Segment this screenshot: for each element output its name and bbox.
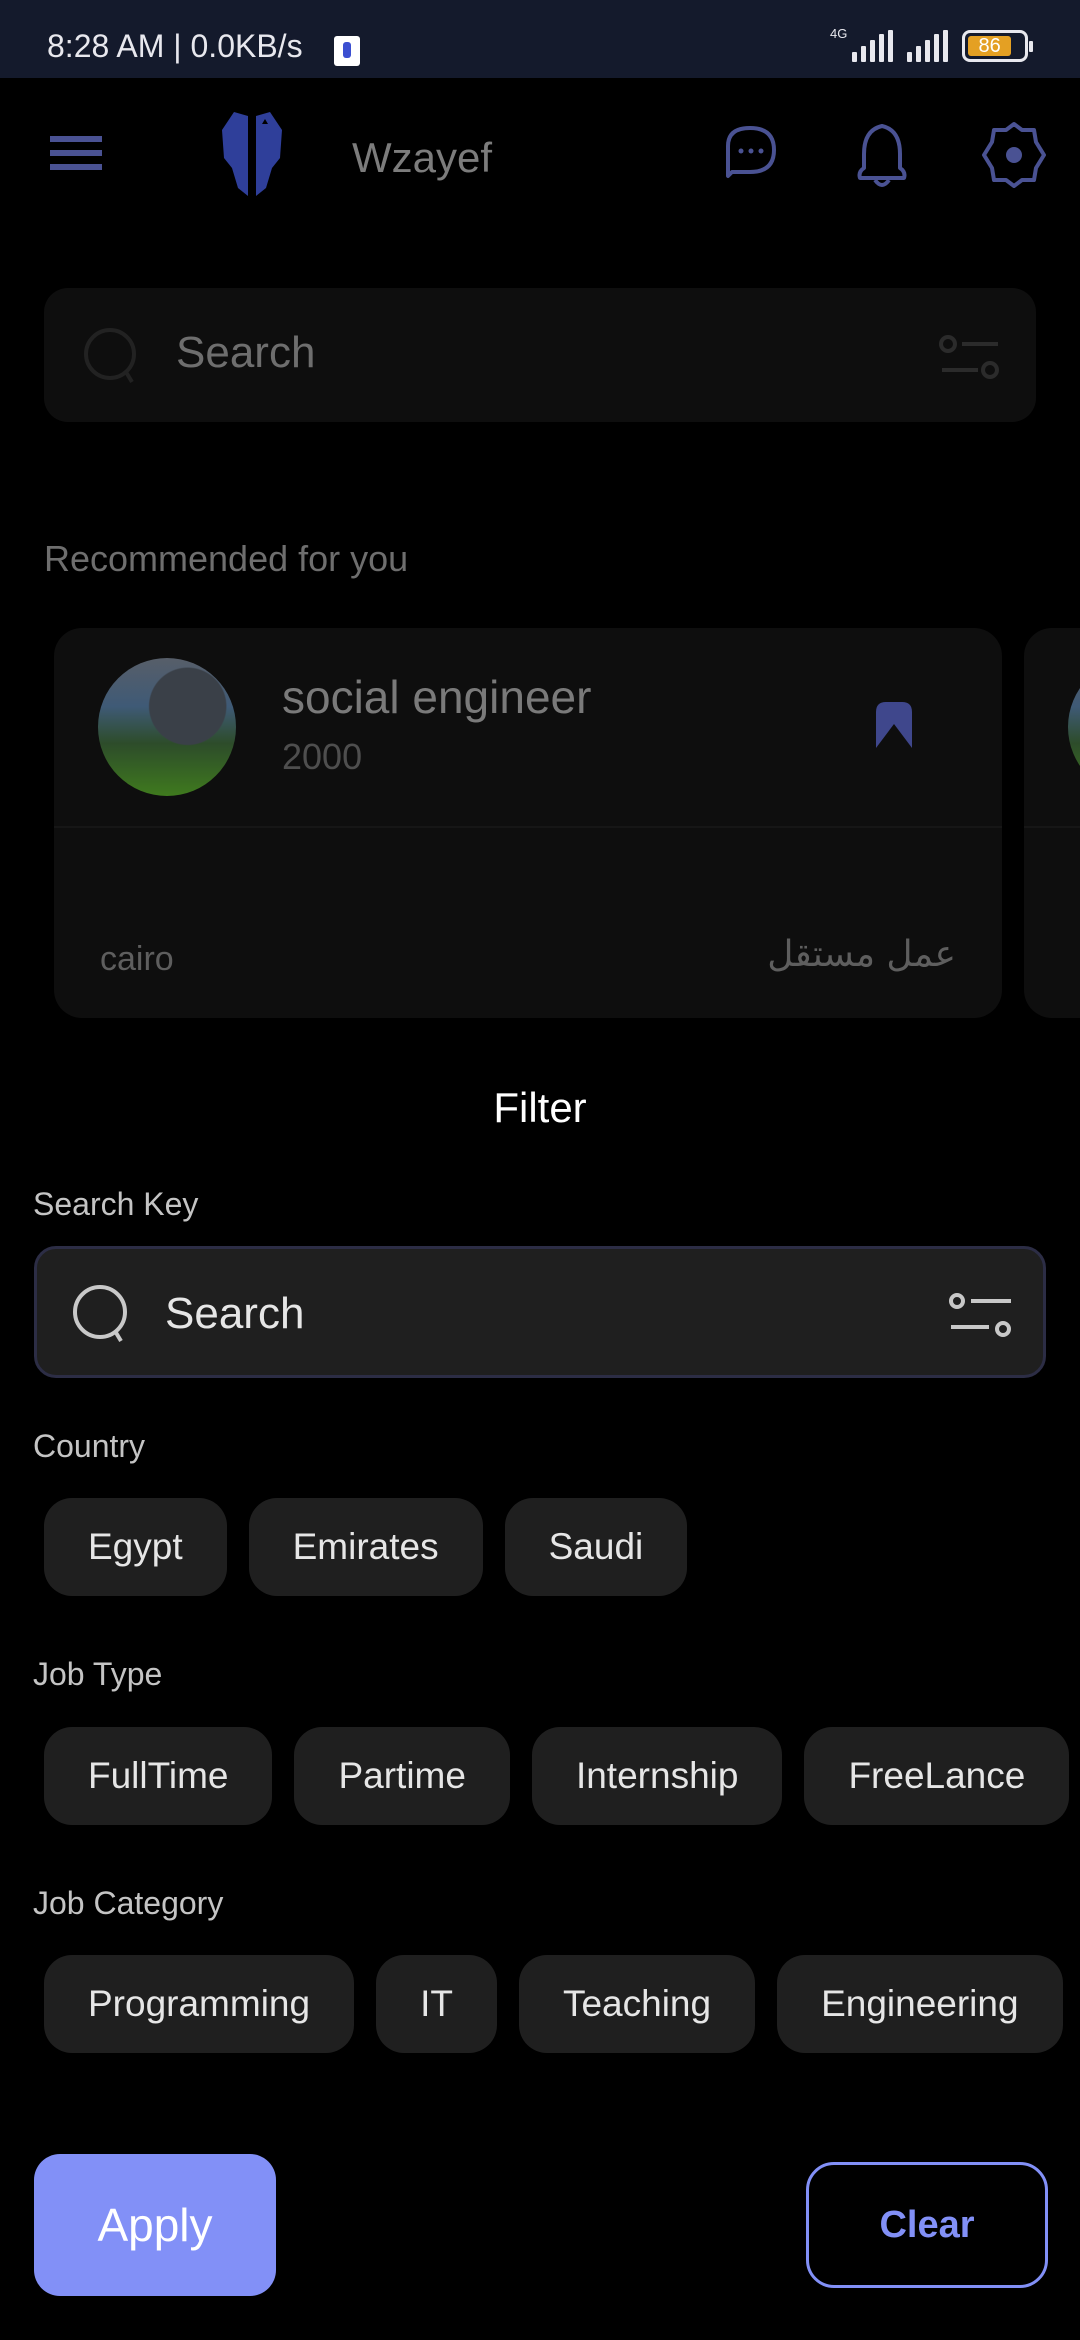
filter-sheet: Filter Search Key Country Egypt Emirates… — [0, 1060, 1080, 2340]
status-bar: 8:28 AM | 0.0KB/s 4G 86 — [0, 0, 1080, 78]
battery-icon: 86 — [962, 30, 1033, 62]
home-search-placeholder: Search — [176, 328, 316, 377]
app-title: Wzayef — [352, 134, 493, 181]
card-divider — [1024, 826, 1080, 828]
chip-jobtype-freelance[interactable]: FreeLance — [804, 1727, 1070, 1825]
chip-jobtype-internship[interactable]: Internship — [531, 1727, 783, 1825]
chip-category-programming[interactable]: Programming — [44, 1955, 355, 2053]
chip-jobtype-fulltime[interactable]: FullTime — [44, 1727, 273, 1825]
filter-icon[interactable] — [949, 1289, 1013, 1343]
job-salary: 2000 — [282, 736, 363, 777]
recommended-heading: Recommended for you — [44, 538, 409, 579]
filter-title: Filter — [493, 1084, 587, 1131]
search-key-field[interactable] — [34, 1246, 1046, 1378]
chip-country-egypt[interactable]: Egypt — [44, 1498, 227, 1596]
chat-icon[interactable] — [718, 120, 782, 190]
logo-suit-icon — [222, 112, 282, 196]
job-card-partial[interactable] — [1024, 628, 1080, 1018]
card-divider — [54, 826, 1002, 828]
chip-category-engineering[interactable]: Engineering — [777, 1955, 1063, 2053]
filter-icon[interactable] — [938, 332, 1002, 384]
job-category-label: Job Category — [33, 1885, 224, 1921]
menu-button[interactable] — [50, 136, 102, 176]
notification-app-icon — [334, 36, 360, 66]
home-page-dimmed: Wzayef Search Recommended for you social… — [0, 78, 1080, 1078]
country-label: Country — [33, 1428, 146, 1464]
chip-country-saudi[interactable]: Saudi — [504, 1498, 688, 1596]
country-chips: Egypt Emirates Saudi — [44, 1498, 688, 1596]
bell-icon[interactable] — [850, 120, 914, 190]
signal-icon — [907, 30, 948, 62]
chip-country-emirates[interactable]: Emirates — [248, 1498, 483, 1596]
job-type: عمل مستقل — [767, 934, 956, 975]
network-label: 4G — [830, 26, 848, 41]
battery-level: 86 — [968, 36, 1012, 56]
job-card[interactable]: social engineer 2000 cairo عمل مستقل — [54, 628, 1002, 1018]
status-time: 8:28 AM | 0.0KB/s — [47, 28, 303, 64]
job-avatar — [98, 658, 236, 796]
job-type-chips: FullTime Partime Internship FreeLance — [44, 1727, 1070, 1825]
search-key-label: Search Key — [33, 1186, 199, 1222]
clear-button[interactable]: Clear — [806, 2162, 1048, 2288]
job-title: social engineer — [282, 671, 592, 723]
app-bar: Wzayef — [0, 78, 1080, 238]
gear-icon[interactable] — [982, 120, 1046, 190]
job-category-chips: Programming IT Teaching Engineering — [44, 1955, 1063, 2053]
chip-category-it[interactable]: IT — [376, 1955, 497, 2053]
job-city: cairo — [100, 940, 174, 978]
search-key-input[interactable] — [165, 1279, 925, 1349]
chip-category-teaching[interactable]: Teaching — [518, 1955, 756, 2053]
chip-jobtype-partime[interactable]: Partime — [294, 1727, 510, 1825]
search-icon — [73, 1285, 127, 1343]
apply-button[interactable]: Apply — [34, 2154, 276, 2296]
bookmark-icon[interactable] — [872, 700, 916, 750]
status-icons: 4G 86 — [830, 26, 1033, 62]
search-icon — [84, 328, 136, 384]
job-avatar — [1068, 658, 1080, 796]
menu-icon — [50, 136, 102, 142]
signal-4g-icon: 4G — [830, 26, 893, 62]
home-search-bar[interactable]: Search — [44, 288, 1036, 422]
job-type-label: Job Type — [33, 1656, 163, 1692]
